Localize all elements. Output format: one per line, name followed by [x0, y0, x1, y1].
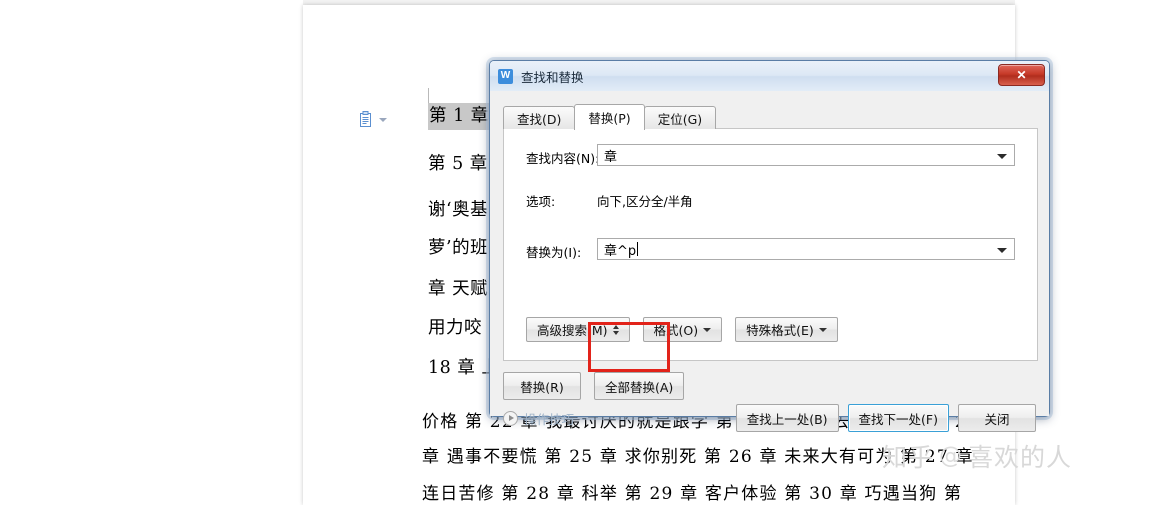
button-label: 格式(O) — [653, 323, 699, 338]
button-label: 高级搜索(M) — [537, 323, 608, 338]
document-line: 谢‘奥基 — [428, 200, 489, 220]
document-line-text: 第 1 章 — [428, 103, 490, 130]
document-line: 章 遇事不要慌 第 25 章 求你别死 第 26 章 未来大有可为 第 27 章 — [422, 449, 974, 466]
find-what-combobox[interactable]: 章 — [597, 144, 1015, 166]
replace-with-value: 章^p — [604, 243, 637, 259]
search-option-button-1[interactable]: 高级搜索(M) — [526, 317, 630, 342]
document-left-gutter — [0, 0, 303, 505]
paste-options-icon — [360, 111, 375, 128]
replace-with-combobox[interactable]: 章^p — [597, 238, 1015, 260]
find-and-replace-dialog: W 查找和替换 ✕ 查找(D) 替换(P) 定位(G) 查找内容(N): 章 选项:… — [489, 60, 1050, 432]
document-line-text: 用力咬 — [428, 318, 482, 338]
document-line: 第 1 章 — [428, 103, 490, 130]
wps-writer-icon: W — [498, 68, 513, 84]
replace-tab-panel: 查找内容(N): 章 选项: 向下,区分全/半角 替换为(I): 章^p 高级搜… — [503, 128, 1038, 361]
find-what-value: 章 — [604, 149, 618, 165]
document-line-text: 章 天赋 — [428, 279, 489, 299]
document-line: 用力咬 — [428, 318, 482, 338]
operation-tips-link[interactable]: 操作技巧 — [503, 409, 574, 428]
search-option-button-3[interactable]: 特殊格式(E) — [735, 317, 838, 342]
replace-with-label: 替换为(I): — [526, 245, 582, 260]
options-label: 选项: — [526, 194, 556, 209]
replace-all-button[interactable]: 全部替换(A) — [594, 372, 685, 400]
dialog-titlebar[interactable]: W 查找和替换 ✕ — [490, 61, 1049, 92]
find-previous-button[interactable]: 查找上一处(B) — [735, 404, 839, 432]
dialog-body: 查找(D) 替换(P) 定位(G) 查找内容(N): 章 选项: 向下,区分全/半角… — [490, 91, 1049, 432]
dialog-navigation-buttons: 查找上一处(B) 查找下一处(F) 关闭 — [735, 404, 1036, 432]
document-line: 第 5 章 — [428, 154, 488, 174]
text-cursor — [637, 242, 639, 256]
chevron-up-down-icon — [612, 324, 619, 335]
chevron-down-icon[interactable] — [997, 154, 1007, 159]
play-circle-icon — [503, 411, 518, 426]
document-line: 章 天赋 — [428, 279, 489, 299]
replace-button[interactable]: 替换(R) — [503, 372, 581, 400]
dialog-tabs: 查找(D) 替换(P) 定位(G) — [503, 104, 717, 130]
document-line-text: 连日苦修 第 28 章 科举 第 29 章 客户体验 第 30 章 巧遇当狗 第 — [422, 484, 963, 504]
dialog-tab-1[interactable]: 查找(D) — [503, 106, 576, 129]
find-what-row: 查找内容(N): — [526, 148, 599, 167]
close-dialog-button[interactable]: 关闭 — [958, 404, 1036, 432]
chevron-down-icon[interactable] — [379, 117, 387, 122]
dialog-tab-2[interactable]: 替换(P) — [574, 104, 645, 130]
document-line: 萝’的班 — [428, 238, 489, 258]
options-value: 向下,区分全/半角 — [597, 194, 693, 209]
chevron-down-icon — [818, 327, 827, 332]
button-label: 特殊格式(E) — [746, 323, 814, 338]
dialog-title: 查找和替换 — [521, 69, 584, 85]
replace-with-row: 替换为(I): — [526, 242, 581, 261]
close-button[interactable]: ✕ — [998, 64, 1045, 86]
document-line-text: 谢‘奥基 — [428, 200, 489, 220]
dialog-tab-3[interactable]: 定位(G) — [643, 106, 717, 129]
find-what-label: 查找内容(N): — [526, 151, 600, 166]
document-line-text: 章 遇事不要慌 第 25 章 求你别死 第 26 章 未来大有可为 第 27 章 — [422, 447, 974, 467]
document-line-text: 萝’的班 — [428, 238, 489, 258]
document-line-text: 第 5 章 — [428, 154, 488, 174]
search-option-button-2[interactable]: 格式(O) — [642, 317, 723, 342]
chevron-down-icon[interactable] — [997, 248, 1007, 253]
paste-options-tag[interactable] — [360, 111, 387, 128]
replace-action-buttons: 替换(R) 全部替换(A) — [503, 372, 685, 400]
document-line: 连日苦修 第 28 章 科举 第 29 章 客户体验 第 30 章 巧遇当狗 第 — [422, 486, 962, 503]
search-option-buttons: 高级搜索(M) 格式(O) 特殊格式(E) — [526, 317, 838, 342]
find-next-button[interactable]: 查找下一处(F) — [847, 404, 949, 432]
chevron-down-icon — [703, 327, 712, 332]
application-root: 第 1 章第 5 章谢‘奥基 萝’的班章 天赋 用力咬 18 章 上价格 第 22 章… — [0, 0, 1151, 505]
operation-tips-label: 操作技巧 — [524, 412, 575, 427]
